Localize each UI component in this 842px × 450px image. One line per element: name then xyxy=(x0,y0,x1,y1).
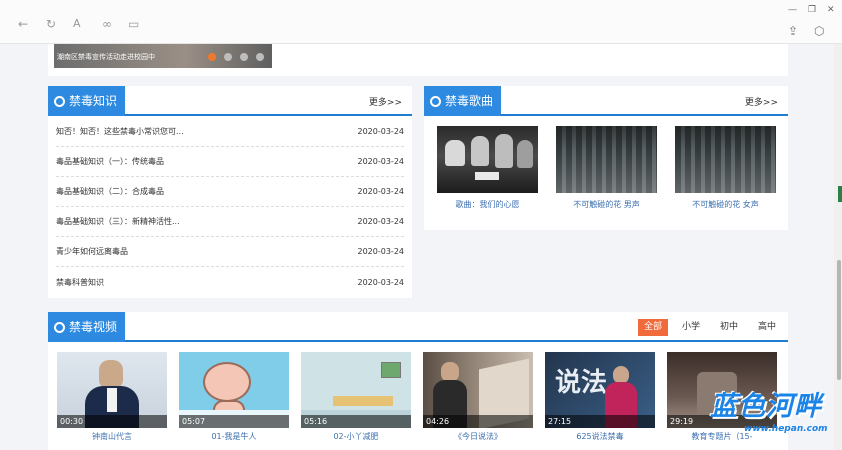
knowledge-header: 禁毒知识 更多>> xyxy=(48,86,412,116)
video-duration: 00:30 xyxy=(57,415,167,428)
video-item[interactable]: 说法 27:15 625说法禁毒 xyxy=(545,352,655,442)
more-link[interactable]: 更多>> xyxy=(369,95,402,108)
browser-toolbar: ← ↻ A ∞ ▭ — ❐ ✕ ⇪ ⬡ xyxy=(0,0,842,44)
songs-panel: 禁毒歌曲 更多>> 歌曲：我们的心愿 不可触碰的花 男声 不可触碰的花 女声 xyxy=(424,86,788,230)
refresh-icon[interactable]: ↻ xyxy=(46,18,56,30)
layout-icon[interactable]: ▭ xyxy=(128,18,139,30)
video-duration: 05:07 xyxy=(179,415,289,428)
circle-icon xyxy=(54,321,65,333)
song-item[interactable]: 不可触碰的花 男声 xyxy=(556,126,657,210)
watermark-url: www.hepan.com xyxy=(744,424,828,434)
song-caption[interactable]: 不可触碰的花 男声 xyxy=(556,199,657,210)
song-item[interactable]: 不可触碰的花 女声 xyxy=(675,126,776,210)
news-item[interactable]: 青少年如何远离毒品 2020-03-24 xyxy=(56,237,404,267)
videos-header: 禁毒视频 全部 小学 初中 高中 xyxy=(48,312,788,342)
video-caption[interactable]: 《今日说法》 xyxy=(423,431,533,442)
video-thumbnail[interactable]: 05:07 xyxy=(179,352,289,428)
video-caption[interactable]: 钟南山代言 xyxy=(57,431,167,442)
songs-title: 禁毒歌曲 xyxy=(424,86,502,116)
more-link[interactable]: 更多>> xyxy=(745,95,778,108)
watermark-text: 蓝色河畔 xyxy=(710,391,822,422)
song-thumbnail[interactable] xyxy=(556,126,657,193)
video-item[interactable]: 05:07 01-我是牛人 xyxy=(179,352,289,442)
video-duration: 27:15 xyxy=(545,415,655,428)
tab-senior[interactable]: 高中 xyxy=(752,319,782,336)
video-caption[interactable]: 02-小丫减肥 xyxy=(301,431,411,442)
circle-icon xyxy=(430,95,441,107)
song-item[interactable]: 歌曲：我们的心愿 xyxy=(437,126,538,210)
news-item[interactable]: 毒品基础知识（二）：合成毒品 2020-03-24 xyxy=(56,177,404,207)
scrollbar[interactable] xyxy=(834,44,842,450)
news-item[interactable]: 禁毒科普知识 2020-03-24 xyxy=(56,268,404,298)
minimize-icon[interactable]: — xyxy=(788,5,797,15)
video-item[interactable]: 04:26 《今日说法》 xyxy=(423,352,533,442)
restore-icon[interactable]: ❐ xyxy=(808,5,816,15)
video-thumbnail[interactable]: 说法 27:15 xyxy=(545,352,655,428)
songs-header: 禁毒歌曲 更多>> xyxy=(424,86,788,116)
back-arrow-icon[interactable]: ← xyxy=(18,18,28,30)
scrollbar-thumb[interactable] xyxy=(837,260,841,380)
song-thumbnail[interactable] xyxy=(675,126,776,193)
news-item[interactable]: 毒品基础知识（一）：传统毒品 2020-03-24 xyxy=(56,147,404,177)
tab-junior[interactable]: 初中 xyxy=(714,319,744,336)
banner-image[interactable]: 潮南区禁毒宣传活动走进校园中 xyxy=(54,44,272,68)
video-duration: 04:26 xyxy=(423,415,533,428)
close-icon[interactable]: ✕ xyxy=(827,5,835,15)
text-icon[interactable]: A xyxy=(73,18,81,30)
tab-primary[interactable]: 小学 xyxy=(676,319,706,336)
circle-icon xyxy=(54,95,65,107)
video-caption[interactable]: 625说法禁毒 xyxy=(545,431,655,442)
link-icon[interactable]: ∞ xyxy=(102,18,112,30)
news-item[interactable]: 毒品基础知识（三）：新精神活性... 2020-03-24 xyxy=(56,207,404,237)
site-watermark-logo: 蓝色河畔 www.hepan.com xyxy=(710,384,828,446)
banner-dot[interactable] xyxy=(256,53,264,61)
video-caption[interactable]: 01-我是牛人 xyxy=(179,431,289,442)
banner-dot[interactable] xyxy=(240,53,248,61)
video-thumbnail[interactable]: 00:30 xyxy=(57,352,167,428)
knowledge-panel: 禁毒知识 更多>> 知否！知否！这些禁毒小常识您可... 2020-03-24 … xyxy=(48,86,412,298)
banner-caption: 潮南区禁毒宣传活动走进校园中 xyxy=(57,53,155,61)
song-thumbnail[interactable] xyxy=(437,126,538,193)
knowledge-title: 禁毒知识 xyxy=(48,86,126,116)
banner-dot[interactable] xyxy=(224,53,232,61)
scroll-marker xyxy=(838,186,842,202)
video-item[interactable]: 00:30 钟南山代言 xyxy=(57,352,167,442)
video-item[interactable]: 05:16 02-小丫减肥 xyxy=(301,352,411,442)
video-thumbnail[interactable]: 05:16 xyxy=(301,352,411,428)
banner-dot-active[interactable] xyxy=(208,53,216,61)
tab-all[interactable]: 全部 xyxy=(638,319,669,336)
share-icon[interactable]: ⇪ xyxy=(788,24,798,38)
videos-title: 禁毒视频 xyxy=(48,312,126,342)
song-caption[interactable]: 不可触碰的花 女声 xyxy=(675,199,776,210)
song-caption[interactable]: 歌曲：我们的心愿 xyxy=(437,199,538,210)
video-thumbnail[interactable]: 04:26 xyxy=(423,352,533,428)
news-item[interactable]: 知否！知否！这些禁毒小常识您可... 2020-03-24 xyxy=(56,117,404,147)
box-icon[interactable]: ⬡ xyxy=(814,24,824,38)
video-duration: 05:16 xyxy=(301,415,411,428)
